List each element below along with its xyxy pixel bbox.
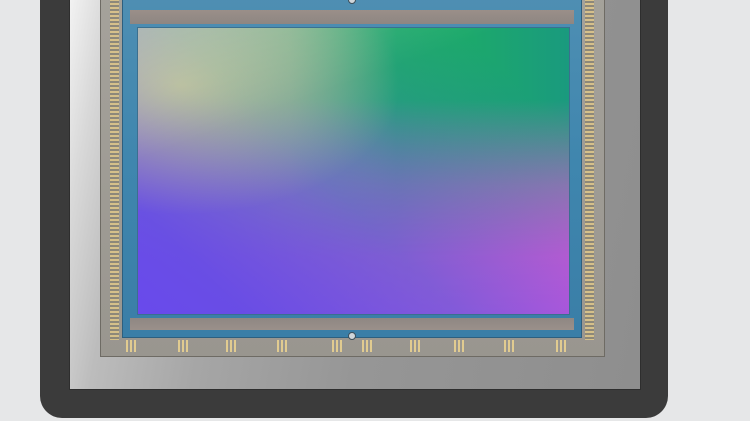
bond-pad-group	[277, 340, 289, 352]
bond-pad-group	[362, 340, 374, 352]
bond-pad-group	[556, 340, 568, 352]
bond-pad-group	[454, 340, 466, 352]
bond-pad-group	[332, 340, 344, 352]
array-sheen	[138, 28, 569, 314]
pixel-array	[137, 27, 570, 315]
left-bond-pads	[110, 0, 119, 340]
bond-pad-group	[410, 340, 422, 352]
sensor-photo	[0, 0, 750, 421]
bond-pad-group	[226, 340, 238, 352]
bond-pad-group	[126, 340, 138, 352]
alignment-mark-bottom	[348, 332, 356, 340]
bond-pad-group	[178, 340, 190, 352]
die-bottom-strip	[130, 318, 574, 330]
right-bond-pads	[585, 0, 594, 340]
bond-pad-group	[504, 340, 516, 352]
die-top-strip	[130, 10, 574, 24]
bottom-bond-pads	[120, 340, 585, 352]
